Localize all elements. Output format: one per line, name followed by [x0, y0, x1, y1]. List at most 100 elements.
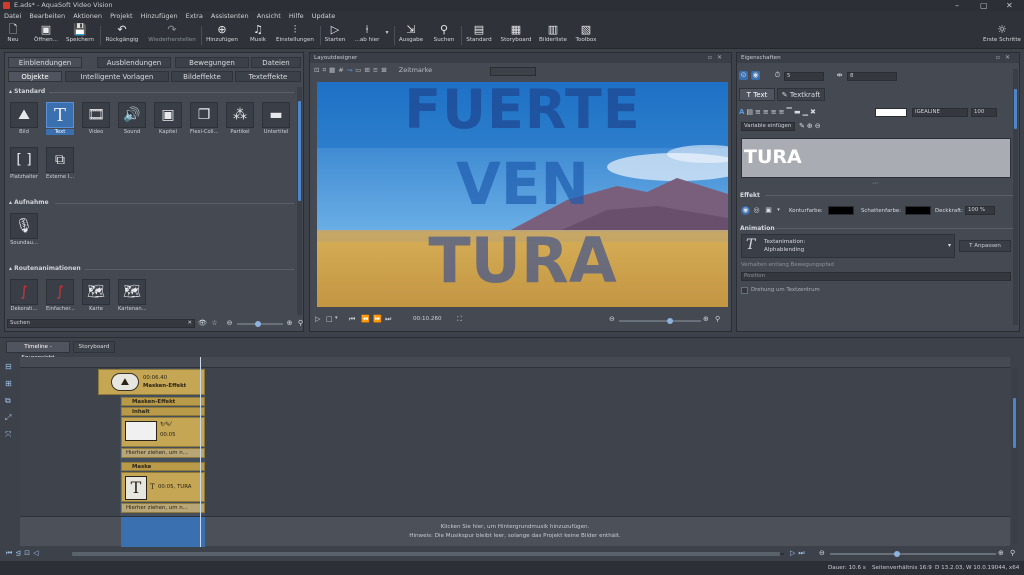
menu-datei[interactable]: Datei	[4, 12, 21, 20]
maximize-icon[interactable]: ▢	[980, 0, 988, 11]
chevron-down-icon[interactable]: ▾	[335, 315, 338, 321]
special-char-icon[interactable]: ✖	[810, 108, 818, 116]
search-icon[interactable]: ⚲	[1010, 549, 1015, 557]
add-button[interactable]: ⊕ Hinzufügen	[204, 23, 240, 43]
toolbox-scrollbar[interactable]	[297, 87, 302, 315]
effect-shadow-icon[interactable]: ◎	[752, 206, 761, 215]
clear-icon[interactable]: ✕	[187, 320, 192, 327]
align-center-icon[interactable]: ≡	[763, 108, 771, 116]
menu-bearbeiten[interactable]: Bearbeiten	[29, 12, 65, 20]
first-steps-button[interactable]: ☼ Erste Schritte	[982, 23, 1022, 43]
tool-soundaufnahme[interactable]: 🎙 Soundau...	[10, 213, 38, 246]
font-color-swatch[interactable]	[875, 108, 907, 117]
width-field[interactable]: 8	[847, 72, 897, 81]
zoom-out-icon[interactable]: ⊖	[815, 122, 823, 130]
tool-karte[interactable]: 🗺 Karte	[82, 279, 110, 312]
close-icon[interactable]: ✕	[1006, 0, 1013, 11]
minimize-icon[interactable]: –	[955, 0, 959, 11]
preview-zoom-slider[interactable]	[619, 318, 701, 324]
visible-icon[interactable]: ◉	[751, 71, 760, 80]
masken-effekt-block[interactable]: ⛰ 00:06.40 Masken-Effekt	[98, 369, 205, 395]
eye-icon[interactable]: 👁	[198, 319, 207, 328]
zoom-out-icon[interactable]: ⊖	[609, 315, 615, 323]
save-button[interactable]: 💾 Speichern	[64, 23, 96, 43]
tab-textkraft[interactable]: ✎ Textkraft	[777, 88, 825, 101]
zoom-in-icon[interactable]: ⊕	[285, 319, 294, 328]
play-icon[interactable]: ▷	[315, 315, 320, 323]
font-size-select[interactable]: 100	[971, 108, 997, 117]
tool-platzhalter[interactable]: [ ] Platzhalter	[10, 147, 38, 180]
stop-icon[interactable]: □	[326, 315, 333, 323]
fullscreen-icon[interactable]: ⛶	[457, 315, 462, 324]
tab-text[interactable]: T Text	[739, 88, 775, 101]
align-right-icon[interactable]: ≡	[771, 108, 779, 116]
zoom-fit-icon[interactable]: ⊡	[24, 549, 33, 557]
group-tool-icon[interactable]: ⧉	[5, 392, 17, 409]
tool-partikel[interactable]: ⁂ Partikel	[226, 102, 254, 135]
layout-standard-button[interactable]: ▤ Standard	[464, 23, 494, 43]
maske-header[interactable]: Maske	[121, 462, 205, 471]
tool-untertitel[interactable]: ▬ Untertitel	[262, 102, 290, 135]
motion-path-icon[interactable]: ↝	[347, 66, 355, 74]
play-from-here-button[interactable]: ⍿ ...ab hier	[352, 23, 382, 43]
motion-path-select[interactable]: Position	[741, 272, 1011, 281]
timeline-ruler[interactable]	[20, 357, 1010, 368]
settings-button[interactable]: ⫶ Einstellungen	[274, 23, 316, 43]
menu-update[interactable]: Update	[312, 12, 336, 20]
open-button[interactable]: ▣ Öffnen...	[32, 23, 60, 43]
section-standard[interactable]: ▴ Standard	[9, 88, 45, 95]
timeline-hscrollbar[interactable]	[72, 552, 784, 556]
start-button[interactable]: ▷ Starten	[322, 23, 348, 43]
section-routenanimationen[interactable]: ▴ Routenanimationen	[9, 265, 81, 272]
search-icon[interactable]: ⚲	[715, 315, 720, 323]
section-aufnahme[interactable]: ▴ Aufnahme	[9, 199, 49, 206]
menu-extra[interactable]: Extra	[186, 12, 203, 20]
resize-grip[interactable]: ⋯	[872, 180, 878, 187]
toolbox-size-slider[interactable]	[237, 321, 283, 327]
valign-bottom-icon[interactable]: ▁	[803, 108, 810, 116]
tab-objekte[interactable]: Objekte	[8, 71, 62, 82]
variable-insert-dropdown[interactable]: Variable einfügen	[741, 122, 795, 131]
tab-timeline[interactable]: Timeline - Spuransicht	[6, 341, 70, 361]
justify-icon[interactable]: ≡	[779, 108, 787, 116]
align-icon[interactable]: ⊞	[364, 66, 372, 74]
timeline-zoom-slider[interactable]	[830, 551, 996, 557]
layout-storyboard-button[interactable]: ▦ Storyboard	[499, 23, 533, 43]
text-editor[interactable]: TURA	[741, 138, 1011, 178]
snap-icon[interactable]: #	[338, 66, 346, 74]
properties-scrollbar[interactable]	[1013, 69, 1018, 325]
tab-ausblendungen[interactable]: Ausblendungen	[97, 57, 171, 68]
layer-tool-icon[interactable]: ⊞	[5, 375, 17, 392]
zoom-in-icon[interactable]: ⊕	[998, 549, 1004, 557]
distribute-icon[interactable]: ≡	[373, 66, 381, 74]
text-animation-select[interactable]: T Textanimation: Alphablending ▾	[741, 234, 955, 258]
fit-left-icon[interactable]: ⊴	[15, 549, 24, 557]
inhalt-header[interactable]: Inhalt	[121, 407, 205, 416]
tab-intelligente-vorlagen[interactable]: Intelligente Vorlagen	[65, 71, 169, 82]
tool-flexi-collage[interactable]: ❐ Flexi-Coll...	[190, 102, 219, 135]
skip-start-icon[interactable]: ⏮	[349, 315, 355, 324]
font-family-select[interactable]: IGEALINE	[912, 108, 968, 117]
music-track[interactable]: Klicken Sie hier, um Hintergrundmusik hi…	[20, 516, 1010, 547]
play-dropdown-arrow[interactable]: ▾	[384, 30, 390, 36]
marker-tool-icon[interactable]: ⤧	[5, 426, 17, 443]
tab-dateien[interactable]: Dateien	[251, 57, 301, 68]
zoom-out-icon[interactable]: ⊖	[819, 549, 825, 557]
layout-bilderliste-button[interactable]: ▥ Bilderliste	[537, 23, 569, 43]
maske-drop-zone[interactable]: Hierher ziehen, um n...	[121, 503, 205, 513]
timeline-vscrollbar[interactable]	[1012, 368, 1018, 544]
toolbox-search-input[interactable]: Suchen ✕	[7, 319, 195, 328]
menu-ansicht[interactable]: Ansicht	[257, 12, 281, 20]
maske-clip[interactable]: T T 00:05, TURA	[121, 472, 205, 502]
new-button[interactable]: 🗋 Neu	[3, 23, 23, 43]
track-tool-icon[interactable]: ⊟	[5, 358, 17, 375]
preview-canvas[interactable]: FUERTE VEN TURA	[317, 82, 728, 307]
frame-icon[interactable]: ▭	[355, 66, 364, 74]
last-frame-icon[interactable]: ⏭	[798, 549, 807, 557]
tool-kartenanimation[interactable]: 🗺 Kartenan...	[118, 279, 147, 312]
duration-field[interactable]: 5	[784, 72, 824, 81]
rotate-center-checkbox[interactable]	[741, 287, 748, 294]
prev-frame-icon[interactable]: ⏪	[361, 315, 370, 323]
playhead[interactable]	[200, 357, 201, 547]
effect-outline-icon[interactable]: ▣	[764, 206, 773, 215]
